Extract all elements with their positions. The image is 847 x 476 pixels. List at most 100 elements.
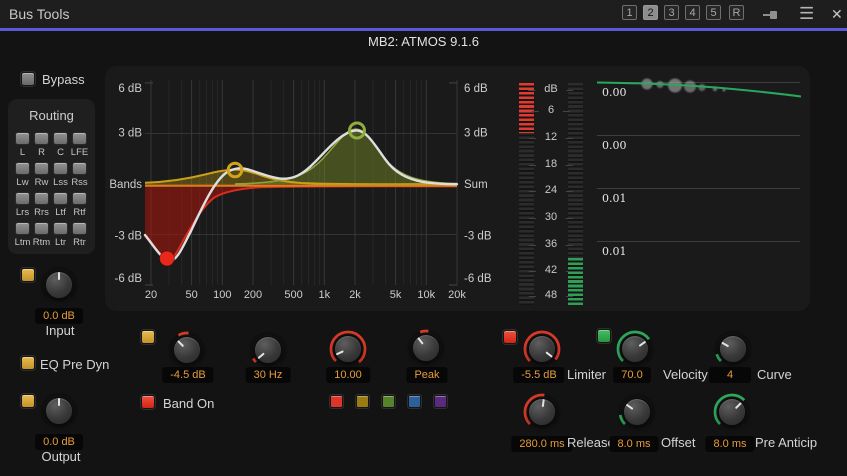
- eq-right-axis-label: 3 dB: [464, 128, 488, 140]
- limiter-transfer-curve: [597, 83, 801, 97]
- meter-scale-label: 30: [545, 211, 557, 223]
- knob-face: [718, 398, 746, 426]
- layout-tab-2[interactable]: 2: [643, 5, 658, 20]
- eq-freq-tick: 10k: [417, 289, 435, 301]
- eq-right-axis-label: 6 dB: [464, 83, 488, 95]
- offset-label: Offset: [661, 435, 695, 450]
- limiter-enable-toggle[interactable]: [503, 330, 517, 344]
- close-icon[interactable]: ✕: [831, 5, 843, 23]
- limiter-threshold-value[interactable]: -5.5 dB: [513, 367, 564, 383]
- band-q-value[interactable]: 10.00: [326, 367, 370, 383]
- band-gain-value[interactable]: -4.5 dB: [162, 367, 213, 383]
- output-gain-value[interactable]: 0.0 dB: [35, 434, 83, 450]
- band-freq-knob[interactable]: [248, 330, 288, 370]
- band-on-checkbox[interactable]: [141, 395, 155, 409]
- eq-freq-tick: 500: [284, 289, 302, 301]
- eq-pre-dyn-checkbox[interactable]: [21, 356, 35, 370]
- layout-tab-1[interactable]: 1: [622, 5, 637, 20]
- band-enable-toggle[interactable]: [141, 330, 155, 344]
- band-type-knob[interactable]: [406, 328, 446, 368]
- band-freq-value[interactable]: 30 Hz: [246, 367, 291, 383]
- knob-face: [623, 398, 651, 426]
- curve-knob[interactable]: [713, 329, 753, 369]
- velocity-enable-toggle[interactable]: [597, 329, 611, 343]
- band-select-5[interactable]: [434, 395, 447, 408]
- eq-left-axis-label: -6 dB: [115, 273, 143, 285]
- knob-face: [528, 335, 556, 363]
- routing-button-lfe[interactable]: [72, 132, 87, 145]
- routing-button-rw[interactable]: [34, 162, 49, 175]
- routing-label: Rtm: [32, 237, 51, 248]
- limiter-threshold-knob[interactable]: [522, 329, 562, 369]
- routing-button-rss[interactable]: [72, 162, 87, 175]
- title-bar: Bus Tools 1 2 3 4 5 R ☰ ✕: [0, 0, 847, 28]
- routing-button-ltm[interactable]: [15, 222, 30, 235]
- velocity-value[interactable]: 70.0: [613, 367, 651, 383]
- offset-value[interactable]: 8.0 ms: [609, 436, 658, 452]
- band-select-3[interactable]: [382, 395, 395, 408]
- routing-button-lrs[interactable]: [15, 192, 30, 205]
- band-q-knob[interactable]: [328, 329, 368, 369]
- routing-label: Ltr: [51, 237, 70, 248]
- release-knob[interactable]: [522, 392, 562, 432]
- meter-scale-label: 42: [545, 264, 557, 276]
- output-gain-knob[interactable]: [39, 391, 79, 431]
- routing-button-rtf[interactable]: [72, 192, 87, 205]
- eq-freq-tick: 20k: [448, 289, 466, 301]
- pin-icon[interactable]: [763, 10, 779, 20]
- band-gain-knob[interactable]: [167, 330, 207, 370]
- routing-label: Ltm: [13, 237, 32, 248]
- band-select-4[interactable]: [408, 395, 421, 408]
- routing-button-ltr[interactable]: [53, 222, 68, 235]
- meter-scale-label: 6: [548, 104, 554, 116]
- pre-anticip-value[interactable]: 8.0 ms: [705, 436, 754, 452]
- band-type-value[interactable]: Peak: [406, 367, 447, 383]
- band-select-2[interactable]: [356, 395, 369, 408]
- input-gain-knob[interactable]: [39, 265, 79, 305]
- eq-right-axis-label: Sum: [464, 179, 488, 191]
- release-label: Release: [567, 435, 615, 450]
- bypass-checkbox[interactable]: [21, 72, 35, 86]
- routing-label: L: [13, 147, 32, 158]
- release-value[interactable]: 280.0 ms: [511, 436, 572, 452]
- eq-freq-tick: 200: [244, 289, 262, 301]
- routing-button-lw[interactable]: [15, 162, 30, 175]
- pre-anticip-knob[interactable]: [712, 392, 752, 432]
- routing-label: Rtr: [70, 237, 89, 248]
- row-divider: [597, 188, 800, 189]
- knob-face: [719, 335, 747, 363]
- layout-tab-4[interactable]: 4: [685, 5, 700, 20]
- row-value: 0.00: [602, 139, 627, 152]
- input-enable-toggle[interactable]: [21, 268, 35, 282]
- menu-icon[interactable]: ☰: [799, 4, 814, 24]
- routing-label: LFE: [70, 147, 89, 158]
- knob-face: [621, 335, 649, 363]
- routing-button-rtr[interactable]: [72, 222, 87, 235]
- offset-knob[interactable]: [617, 392, 657, 432]
- velocity-knob[interactable]: [615, 329, 655, 369]
- eq-left-axis-label: 6 dB: [118, 83, 142, 95]
- curve-value[interactable]: 4: [709, 367, 751, 383]
- eq-right-axis-label: -3 dB: [464, 231, 492, 243]
- eq-handle-band-red[interactable]: [160, 251, 175, 266]
- routing-button-r[interactable]: [34, 132, 49, 145]
- eq-left-axis-label: Bands: [109, 179, 142, 191]
- band-select-1[interactable]: [330, 395, 343, 408]
- layout-tab-3[interactable]: 3: [664, 5, 679, 20]
- routing-button-lss[interactable]: [53, 162, 68, 175]
- routing-button-rrs[interactable]: [34, 192, 49, 205]
- output-enable-toggle[interactable]: [21, 394, 35, 408]
- routing-button-ltf[interactable]: [53, 192, 68, 205]
- routing-button-c[interactable]: [53, 132, 68, 145]
- meter-scale-label: dB: [544, 83, 557, 95]
- routing-button-l[interactable]: [15, 132, 30, 145]
- bus-tools-window: Bus Tools 1 2 3 4 5 R ☰ ✕ MB2: ATMOS 9.1…: [0, 0, 847, 476]
- input-label: Input: [46, 323, 75, 338]
- routing-button-rtm[interactable]: [34, 222, 49, 235]
- layout-tab-r[interactable]: R: [729, 5, 744, 20]
- routing-label: Rrs: [32, 207, 51, 218]
- routing-label: C: [51, 147, 70, 158]
- layout-tab-5[interactable]: 5: [706, 5, 721, 20]
- input-gain-value[interactable]: 0.0 dB: [35, 308, 83, 324]
- curve-label: Curve: [757, 367, 792, 382]
